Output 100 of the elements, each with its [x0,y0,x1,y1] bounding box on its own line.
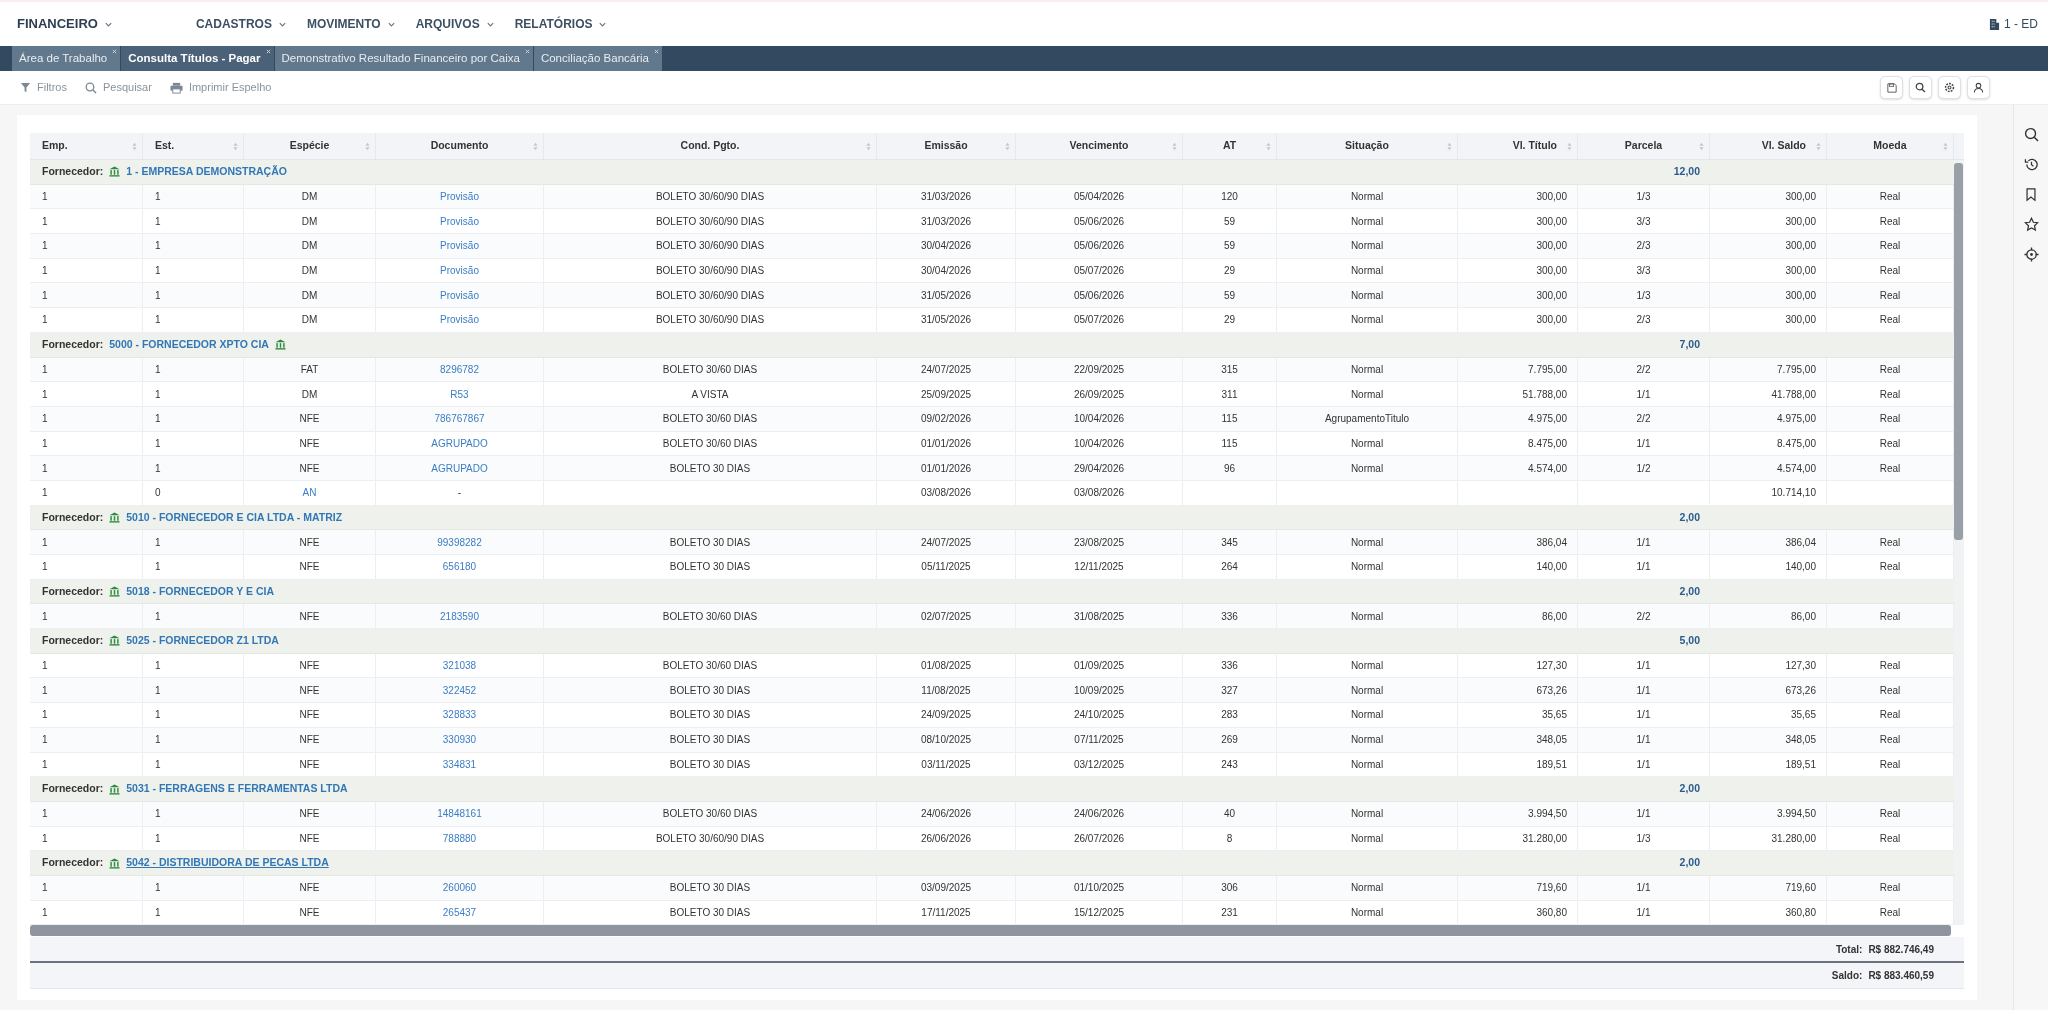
supplier-link[interactable]: 5025 - FORNECEDOR Z1 LTDA [126,633,279,649]
scrollbar-thumb[interactable] [1954,163,1963,540]
menu-item[interactable]: RELATÓRIOS [514,15,608,33]
document-link[interactable]: Provisão [440,287,479,303]
horizontal-scrollbar[interactable] [30,925,1951,936]
document-link[interactable]: 265437 [442,904,477,920]
column-header[interactable]: Emissão [877,133,1016,159]
tab[interactable]: Conciliação Bancária [533,46,662,71]
company-selector[interactable]: 1 - ED [1989,15,2038,33]
user-button[interactable] [1967,76,1990,99]
table-cell-text: 31/05/2026 [920,288,972,303]
module-menu[interactable]: FINANCEIRO [17,14,113,34]
table-cell-text: Real [1879,807,1901,822]
total-label: Total: [1835,942,1863,957]
table-cell-text: DM [301,264,318,279]
menu-item[interactable]: ARQUIVOS [415,15,495,33]
document-link[interactable]: Provisão [440,312,479,328]
column-header[interactable]: Cond. Pgto. [544,133,877,159]
supplier-link[interactable]: 5031 - FERRAGENS E FERRAMENTAS LTDA [126,781,348,797]
table-cell-text: BOLETO 30/60 DIAS [662,659,758,674]
group-total: 7,00 [1679,336,1700,352]
star-icon[interactable] [2023,217,2039,232]
table-cell-text: 300,00 [1785,264,1816,279]
document-link[interactable]: Provisão [440,189,479,205]
save-button[interactable] [1880,76,1903,99]
table-cell-text: 03/08/2026 [1073,486,1125,501]
column-header[interactable]: Vencimento [1016,133,1183,159]
table-cell-text: BOLETO 30/60 DIAS [662,412,758,427]
document-link[interactable]: Provisão [440,263,479,279]
document-link[interactable]: 321038 [442,658,477,674]
supplier-link[interactable]: 5010 - FORNECEDOR E CIA LTDA - MATRIZ [126,509,343,526]
toolbar-button[interactable]: Filtros [20,79,67,96]
document-link[interactable]: 786767867 [434,411,485,427]
supplier-link[interactable]: 1 - EMPRESA DEMONSTRAÇÃO [126,163,287,180]
toolbar-button[interactable]: Pesquisar [84,79,152,96]
table-cell-text: 1 [42,831,48,846]
table-cell-text: 1 [42,905,48,920]
table-cell-text: 315 [1221,362,1238,377]
supplier-link[interactable]: 5000 - FORNECEDOR XPTO CIA [109,336,269,353]
document-link[interactable]: 788880 [442,830,477,846]
table-cell-text: 2/3 [1636,313,1651,328]
document-link[interactable]: 260060 [442,880,477,896]
printer-icon [169,81,183,94]
menu-item[interactable]: MOVIMENTO [306,15,396,33]
table-cell-text: NFE [299,905,320,920]
supplier-link[interactable]: 5042 - DISTRIBUIDORA DE PECAS LTDA [126,855,329,871]
table-cell-text: 01/01/2026 [920,436,972,451]
search-button[interactable] [1909,76,1932,99]
column-header[interactable]: Documento [376,133,544,159]
table-cell-text: BOLETO 30/60 DIAS [662,609,758,624]
table-cell-text: Real [1879,387,1901,402]
document-link[interactable]: 8296782 [440,361,479,377]
document-link[interactable]: 2183590 [440,608,479,624]
table-cell-text: 05/06/2026 [1073,288,1125,303]
search-icon [84,81,97,94]
column-header[interactable]: Emp. [30,133,143,159]
document-link[interactable]: 328833 [442,707,477,723]
table-cell-text: Real [1879,831,1901,846]
crosshair-icon[interactable] [2023,247,2039,262]
table-cell-text: 1/2 [1636,461,1651,476]
close-icon [653,49,659,54]
column-header[interactable]: AT [1183,133,1277,159]
group-total: 5,00 [1679,633,1700,649]
table-cell-text: BOLETO 30/60/90 DIAS [655,288,765,303]
column-header[interactable]: Parcela [1578,133,1710,159]
search-icon[interactable] [2023,127,2039,142]
tab[interactable]: Consulta Títulos - Pagar [121,46,274,71]
document-link[interactable]: AGRUPADO [431,460,488,476]
document-link[interactable]: 330930 [442,732,477,748]
tab[interactable]: Área de Trabalho [12,46,121,71]
document-link[interactable]: 99398282 [437,534,482,550]
bookmark-icon[interactable] [2024,187,2038,202]
table-cell-text: Normal [1350,881,1384,896]
table-cell-text: 31/03/2026 [920,190,972,205]
supplier-link[interactable]: 5018 - FORNECEDOR Y E CIA [126,583,275,600]
table-cell-text: 22/09/2025 [1073,362,1125,377]
history-icon[interactable] [2023,157,2039,172]
toolbar-button[interactable]: Imprimir Espelho [169,79,272,96]
menu-item[interactable]: CADASTROS [195,15,287,33]
document-link[interactable]: Provisão [440,213,479,229]
table-cell-text: NFE [299,733,320,748]
table-cell-text: 348,05 [1536,733,1567,748]
document-link[interactable]: 14848161 [437,806,482,822]
document-link[interactable]: 656180 [442,559,477,575]
column-header[interactable]: Est. [143,133,244,159]
document-link[interactable]: Provisão [440,238,479,254]
column-header[interactable]: Moeda [1827,133,1954,159]
tab[interactable]: Demonstrativo Resultado Financeiro por Caixa [274,46,533,71]
column-header[interactable]: Situação [1277,133,1458,159]
document-link[interactable]: R53 [450,386,469,402]
document-link[interactable]: 322452 [442,682,477,698]
column-header[interactable]: Vl. Título [1458,133,1578,159]
column-header[interactable]: Vl. Saldo [1710,133,1827,159]
column-header[interactable]: Espécie [244,133,376,159]
document-link[interactable]: AGRUPADO [431,435,488,451]
table-cell-text: 17/11/2025 [921,905,971,920]
document-link[interactable]: 334831 [442,756,477,772]
species-link[interactable]: AN [302,485,317,501]
table-cell-text: Real [1879,461,1901,476]
settings-button[interactable] [1938,76,1961,99]
